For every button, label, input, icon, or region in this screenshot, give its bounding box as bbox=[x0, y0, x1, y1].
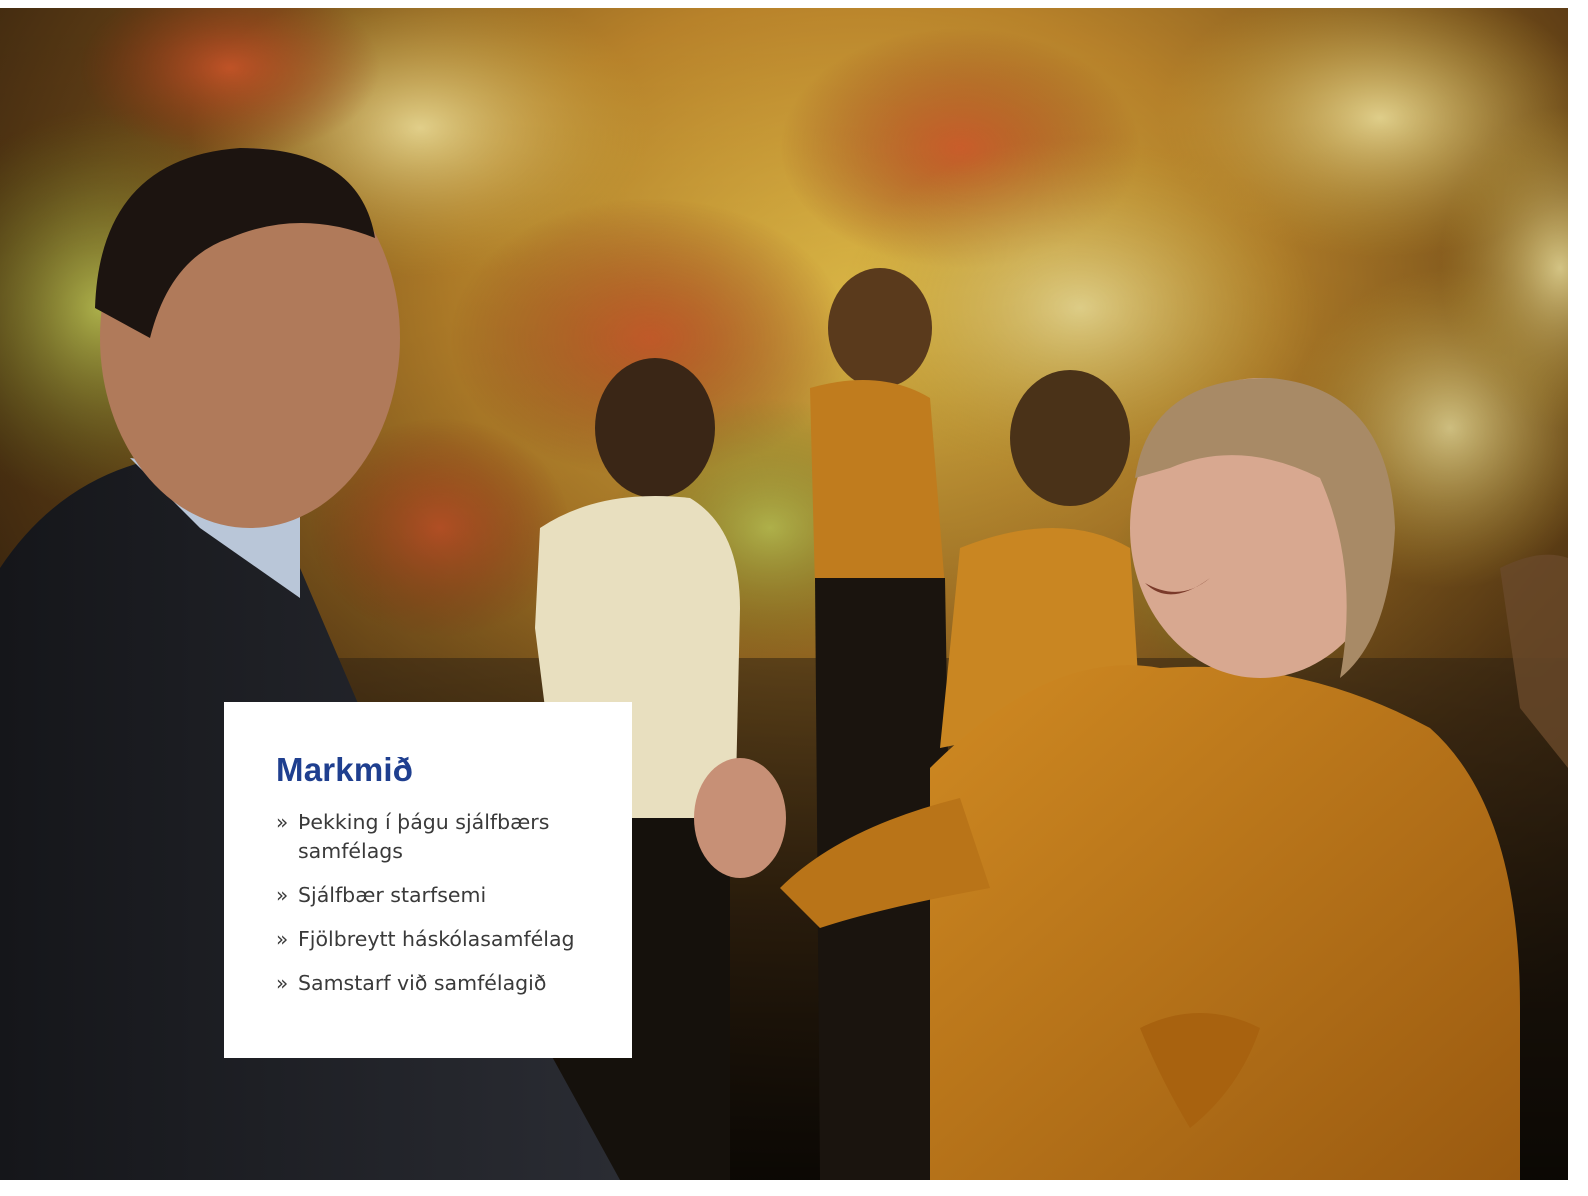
bullet-icon: » bbox=[276, 810, 289, 834]
list-item: » Þekking í þágu sjálfbærs samfélags bbox=[276, 808, 592, 866]
goal-text: Þekking í þágu sjálfbærs samfélags bbox=[298, 810, 550, 863]
goals-card: Markmið » Þekking í þágu sjálfbærs samfé… bbox=[224, 702, 632, 1058]
list-item: » Samstarf við samfélagið bbox=[276, 969, 592, 998]
goal-text: Sjálfbær starfsemi bbox=[298, 883, 487, 907]
goals-list: » Þekking í þágu sjálfbærs samfélags » S… bbox=[276, 808, 592, 998]
bullet-icon: » bbox=[276, 883, 289, 907]
goals-title: Markmið bbox=[276, 751, 414, 788]
bullet-icon: » bbox=[276, 927, 289, 951]
list-item: » Sjálfbær starfsemi bbox=[276, 881, 592, 910]
goal-text: Samstarf við samfélagið bbox=[298, 971, 547, 995]
list-item: » Fjölbreytt háskólasamfélag bbox=[276, 925, 592, 954]
goal-text: Fjölbreytt háskólasamfélag bbox=[298, 927, 575, 951]
bullet-icon: » bbox=[276, 971, 289, 995]
